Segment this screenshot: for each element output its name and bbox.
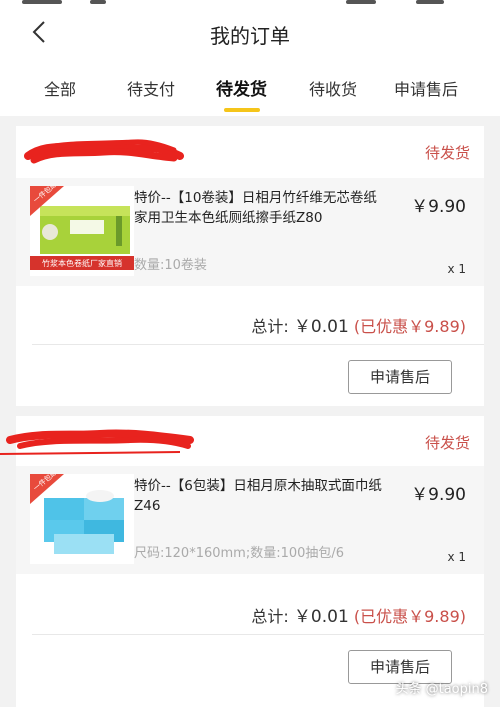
status-bar-battery [416,0,444,4]
product-price: ￥9.90 [411,197,466,217]
nav-header: 我的订单 [0,8,500,60]
divider [32,634,484,635]
order-status: 待发货 [424,144,470,162]
order-card: 待发货 一件包邮 特价--【6包装】日相月原木抽取式面巾纸Z46 ￥9.90 尺… [0,416,484,707]
order-status: 待发货 [424,434,470,452]
tab-pending-payment[interactable]: 待支付 [127,76,175,100]
product-row[interactable]: 竹浆本色卷纸厂家直销 一件包邮 特价--【10卷装】日相月竹纤维无芯卷纸家用卫生… [16,178,484,286]
product-row[interactable]: 一件包邮 特价--【6包装】日相月原木抽取式面巾纸Z46 ￥9.90 尺码:12… [16,466,484,574]
product-name: 特价--【6包装】日相月原木抽取式面巾纸Z46 [134,478,382,514]
order-card: 待发货 竹浆本色卷纸厂家直销 一件包邮 特价--【10卷装】日相月竹纤维无芯卷纸… [16,126,484,406]
toilet-paper-image: 竹浆本色卷纸厂家直销 一件包邮 [30,186,134,276]
total-amount: ￥0.01 [293,317,349,337]
product-spec: 尺码:120*160mm;数量:100抽包/6 [134,546,345,561]
tab-pending-shipment[interactable]: 待发货 [216,75,267,100]
apply-after-sales-button[interactable]: 申请售后 [348,360,452,394]
redacted-shop-name [24,139,184,164]
total-label: 总计: [251,317,289,336]
active-tab-indicator [224,108,260,112]
product-quantity: x 1 [447,550,466,564]
total-label: 总计: [251,607,289,626]
watermark: 头条 @taopin8 [395,682,488,697]
svg-text:竹浆本色卷纸厂家直销: 竹浆本色卷纸厂家直销 [42,258,122,268]
product-name: 特价--【10卷装】日相月竹纤维无芯卷纸家用卫生本色纸厕纸擦手纸Z80 [134,190,377,226]
divider [32,344,484,345]
order-total: 总计: ￥0.01 (已优惠￥9.89) [251,312,466,337]
discount-text: (已优惠￥9.89) [353,607,466,626]
status-bar-carrier [22,0,62,4]
order-tabs: 全部 待支付 待发货 待收货 申请售后 [0,60,500,116]
tab-after-sales[interactable]: 申请售后 [394,76,458,100]
product-quantity: x 1 [447,262,466,276]
product-spec: 数量:10卷装 [134,258,207,273]
status-bar [0,0,500,8]
order-total: 总计: ￥0.01 (已优惠￥9.89) [251,602,466,627]
tab-pending-receipt[interactable]: 待收货 [309,76,357,100]
product-thumbnail: 竹浆本色卷纸厂家直销 一件包邮 [30,186,134,276]
redacted-shop-name [0,429,194,455]
status-bar-signal [90,0,106,4]
total-amount: ￥0.01 [293,607,349,627]
status-bar-time [346,0,376,4]
tab-all[interactable]: 全部 [44,76,76,100]
product-thumbnail: 一件包邮 [30,474,134,564]
tissue-box-image: 一件包邮 [30,474,134,564]
discount-text: (已优惠￥9.89) [353,317,466,336]
product-price: ￥9.90 [411,485,466,505]
page-title: 我的订单 [210,24,290,48]
